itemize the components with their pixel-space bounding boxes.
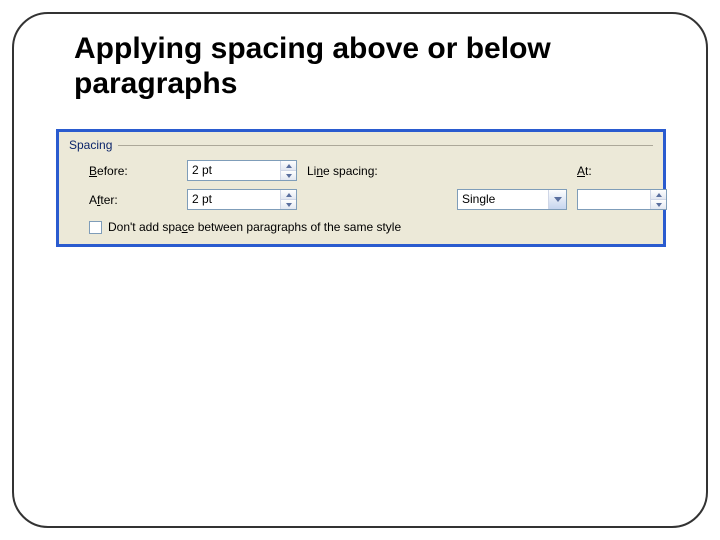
line-spacing-value: Single	[458, 190, 548, 209]
at-spin-up[interactable]	[651, 190, 666, 200]
after-spin-down[interactable]	[281, 200, 296, 209]
same-style-checkbox[interactable]	[89, 221, 102, 234]
at-value	[578, 190, 650, 209]
line-spacing-select[interactable]: Single	[457, 189, 567, 210]
before-spin-down[interactable]	[281, 171, 296, 180]
chevron-up-icon	[286, 193, 292, 197]
before-input[interactable]: 2 pt	[187, 160, 297, 181]
spacing-group-label: Spacing	[69, 138, 112, 152]
chevron-down-icon	[554, 197, 562, 202]
after-label: After:	[89, 193, 177, 207]
slide-frame: Applying spacing above or below paragrap…	[12, 12, 708, 528]
after-value: 2 pt	[188, 190, 280, 209]
spacing-panel-container: Spacing Before: 2 pt Line spacing:	[56, 129, 678, 247]
chevron-down-icon	[286, 203, 292, 207]
chevron-down-icon	[656, 203, 662, 207]
after-spin-up[interactable]	[281, 190, 296, 200]
spacing-group-header: Spacing	[59, 132, 663, 154]
before-spin-up[interactable]	[281, 161, 296, 171]
divider	[118, 145, 653, 146]
before-value: 2 pt	[188, 161, 280, 180]
spacing-panel: Spacing Before: 2 pt Line spacing:	[56, 129, 666, 247]
chevron-up-icon	[656, 193, 662, 197]
at-spin-down[interactable]	[651, 200, 666, 209]
line-spacing-dropdown-button[interactable]	[548, 190, 566, 209]
after-spinner	[280, 190, 296, 209]
page-title: Applying spacing above or below paragrap…	[74, 32, 678, 101]
spacing-grid: Before: 2 pt Line spacing: At:	[59, 154, 663, 214]
chevron-up-icon	[286, 164, 292, 168]
chevron-down-icon	[286, 174, 292, 178]
same-style-checkbox-label: Don't add space between paragraphs of th…	[108, 220, 401, 234]
same-style-checkbox-row: Don't add space between paragraphs of th…	[59, 214, 663, 244]
before-spinner	[280, 161, 296, 180]
after-input[interactable]: 2 pt	[187, 189, 297, 210]
at-spinner	[650, 190, 666, 209]
at-input[interactable]	[577, 189, 667, 210]
at-label: At:	[577, 164, 667, 178]
before-label: Before:	[89, 164, 177, 178]
line-spacing-label: Line spacing:	[307, 164, 447, 178]
